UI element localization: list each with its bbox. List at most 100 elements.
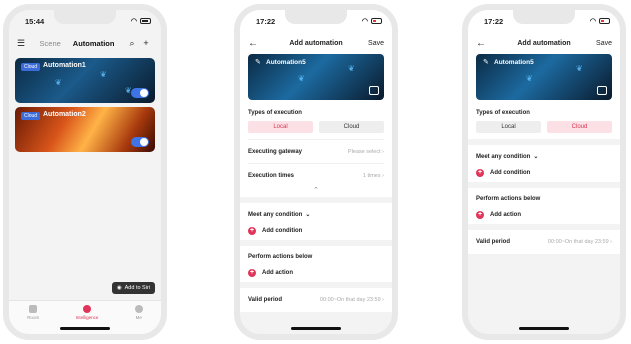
automation-card-2[interactable]: Cloud Automation2 xyxy=(15,107,155,152)
save-button[interactable]: Save xyxy=(596,40,612,47)
add-condition-button[interactable]: + Add condition xyxy=(476,164,612,182)
add-icon[interactable]: + xyxy=(139,38,153,48)
nav-bar: ← Add automation Save xyxy=(468,32,620,54)
condition-section: Meet any condition ⌄ + Add condition xyxy=(240,203,392,240)
tab-automation[interactable]: Automation xyxy=(73,39,115,48)
add-action-button[interactable]: + Add action xyxy=(248,264,384,282)
segment-tabs: Scene Automation xyxy=(29,39,125,48)
chevron-down-icon: ⌄ xyxy=(533,154,539,160)
notch xyxy=(513,10,575,24)
local-option[interactable]: Local xyxy=(248,121,313,133)
automation-name: Automation5 xyxy=(494,59,534,66)
back-arrow-icon[interactable]: ← xyxy=(476,38,492,49)
automation-banner: ❦ ❦ ✎ Automation5 xyxy=(476,54,612,100)
status-icons: ◠ xyxy=(131,17,151,25)
cloud-option[interactable]: Cloud xyxy=(319,121,384,133)
automation-toggle[interactable] xyxy=(131,88,149,98)
notch xyxy=(285,10,347,24)
chevron-right-icon: › xyxy=(610,239,612,245)
times-row[interactable]: Execution times 1 times › xyxy=(248,163,384,187)
automation-name: Automation2 xyxy=(43,111,86,118)
gateway-row[interactable]: Executing gateway Please select › xyxy=(248,139,384,163)
types-label: Types of execution xyxy=(248,110,302,116)
save-button[interactable]: Save xyxy=(368,40,384,47)
status-time: 17:22 xyxy=(256,16,276,26)
valid-period-row[interactable]: Valid period 00:00~On that day 23:59 › xyxy=(476,230,612,254)
tab-me[interactable]: Me xyxy=(134,305,143,334)
cloud-option[interactable]: Cloud xyxy=(547,121,612,133)
gateway-value: Please select xyxy=(347,148,381,155)
status-icons: ◠ xyxy=(362,17,382,25)
edit-icon[interactable]: ✎ xyxy=(483,58,489,66)
automation-card-1[interactable]: ❦ ❦ ❦ Cloud Automation1 xyxy=(15,58,155,103)
types-label: Types of execution xyxy=(476,110,530,116)
banner-wrap: ❦ ❦ ✎ Automation5 xyxy=(468,54,620,102)
battery-icon xyxy=(140,18,151,24)
valid-section: Valid period 00:00~On that day 23:59 › xyxy=(240,288,392,312)
chevron-down-icon: ⌄ xyxy=(305,212,311,218)
tab-room[interactable]: Room xyxy=(27,305,39,334)
valid-section: Valid period 00:00~On that day 23:59 › xyxy=(468,230,620,254)
butterfly-decor: ❦ xyxy=(576,64,583,73)
chevron-right-icon: › xyxy=(382,297,384,303)
condition-section: Meet any condition ⌄ + Add condition xyxy=(468,145,620,182)
filter-icon[interactable]: ☰ xyxy=(17,38,29,49)
execution-type-selector: Local Cloud xyxy=(476,116,612,139)
action-section: Perform actions below + Add action xyxy=(240,246,392,282)
execution-section: Types of execution Local Cloud Executing… xyxy=(240,102,392,197)
tab-scene[interactable]: Scene xyxy=(40,39,61,48)
add-condition-label: Add condition xyxy=(262,228,303,234)
status-time: 17:22 xyxy=(484,16,504,26)
nav-bar: ← Add automation Save xyxy=(240,32,392,54)
plus-icon: + xyxy=(248,269,256,277)
page-title: Add automation xyxy=(289,39,343,47)
plus-icon: + xyxy=(476,211,484,219)
condition-dropdown[interactable]: Meet any condition ⌄ xyxy=(248,203,384,222)
automation-name: Automation5 xyxy=(266,59,306,66)
butterfly-decor: ❦ xyxy=(348,64,355,73)
action-section: Perform actions below + Add action xyxy=(468,188,620,224)
notch xyxy=(54,10,116,24)
butterfly-decor: ❦ xyxy=(55,78,62,87)
add-condition-button[interactable]: + Add condition xyxy=(248,222,384,240)
wifi-icon: ◠ xyxy=(589,18,596,25)
home-icon xyxy=(29,305,38,313)
add-condition-label: Add condition xyxy=(490,170,531,176)
automation-toggle[interactable] xyxy=(131,137,149,147)
plus-icon: + xyxy=(476,169,484,177)
actions-label: Perform actions below xyxy=(476,196,541,202)
condition-dropdown[interactable]: Meet any condition ⌄ xyxy=(476,145,612,164)
plus-icon: + xyxy=(248,227,256,235)
valid-label: Valid period xyxy=(248,297,283,303)
search-icon[interactable]: ⌕ xyxy=(125,38,139,49)
siri-label: Add to Siri xyxy=(124,285,150,291)
intelligence-icon xyxy=(82,305,91,313)
add-action-label: Add action xyxy=(262,270,293,276)
butterfly-decor: ❦ xyxy=(526,74,533,83)
back-arrow-icon[interactable]: ← xyxy=(248,38,264,49)
edit-icon[interactable]: ✎ xyxy=(255,58,261,66)
gateway-label: Executing gateway xyxy=(248,148,303,155)
top-bar: ☰ Scene Automation ⌕ + xyxy=(9,32,161,54)
times-label: Execution times xyxy=(248,172,295,179)
add-action-label: Add action xyxy=(490,212,521,218)
valid-period-row[interactable]: Valid period 00:00~On that day 23:59 › xyxy=(248,288,384,312)
chevron-up-icon[interactable]: ⌃ xyxy=(248,187,384,197)
cloud-badge: Cloud xyxy=(21,63,41,71)
valid-value: 00:00~On that day 23:59 xyxy=(547,239,609,245)
status-time: 15:44 xyxy=(25,16,45,26)
add-to-siri-button[interactable]: ◉ Add to Siri xyxy=(111,282,155,294)
valid-label: Valid period xyxy=(476,239,511,245)
tab-label: Me xyxy=(135,315,142,320)
automation-name: Automation1 xyxy=(43,62,86,69)
image-icon[interactable] xyxy=(369,86,379,95)
condition-label: Meet any condition xyxy=(476,153,531,160)
wifi-icon: ◠ xyxy=(130,18,137,25)
image-icon[interactable] xyxy=(597,86,607,95)
local-option[interactable]: Local xyxy=(476,121,541,133)
home-indicator xyxy=(291,327,341,330)
add-action-button[interactable]: + Add action xyxy=(476,206,612,224)
siri-icon: ◉ xyxy=(116,285,122,291)
actions-label: Perform actions below xyxy=(248,254,313,260)
page-title: Add automation xyxy=(517,39,571,47)
